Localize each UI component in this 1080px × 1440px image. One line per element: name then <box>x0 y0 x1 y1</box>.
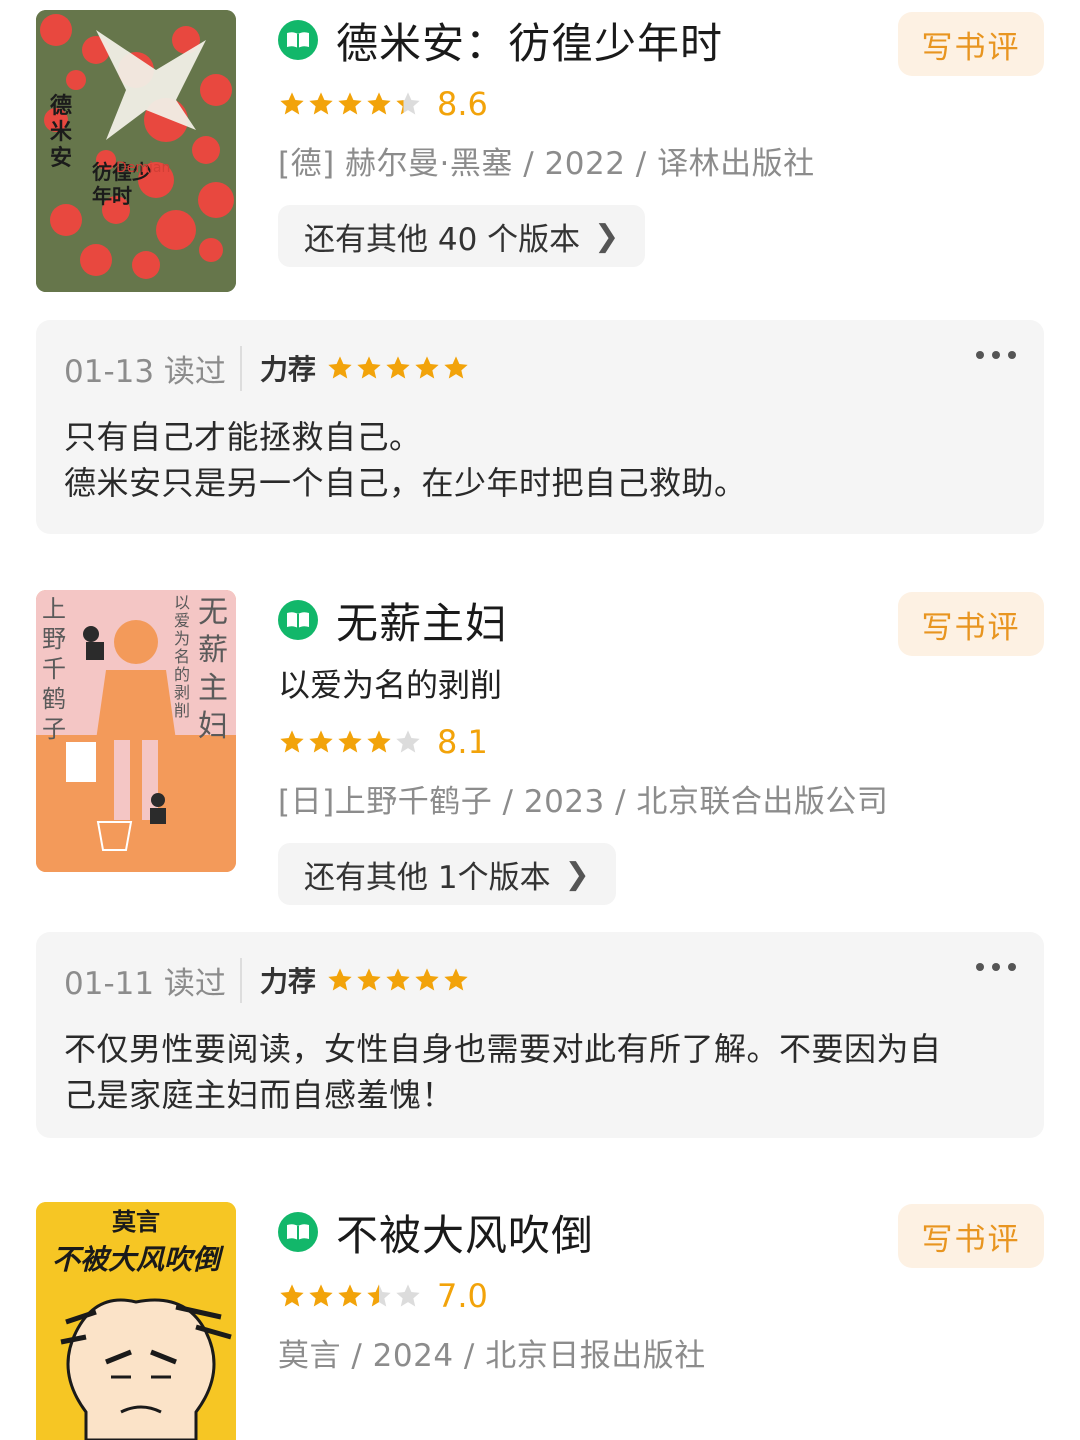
star-icon <box>328 968 352 991</box>
review-line: 不仅男性要阅读，女性自身也需要对此有所了解。不要因为自 <box>64 1030 942 1068</box>
star-icon <box>338 1284 362 1307</box>
book-meta: 莫言 / 2024 / 北京日报出版社 <box>278 1338 706 1374</box>
star-icon <box>280 730 304 753</box>
review-date: 01-13 读过 <box>64 345 242 391</box>
star-icon <box>386 968 410 991</box>
review-text: 只有自己才能拯救自己。 德米安只是另一个自己，在少年时把自己救助。 <box>64 414 1016 506</box>
review-stars <box>326 966 471 994</box>
cover-title: 不被大风吹倒 <box>51 1243 220 1276</box>
book-meta: [日]上野千鹤子 / 2023 / 北京联合出版公司 <box>278 784 889 820</box>
book-meta: [德] 赫尔曼·黑塞 / 2022 / 译林出版社 <box>278 146 815 182</box>
cover-title-en: Demian <box>116 160 171 176</box>
star-icon <box>338 730 362 753</box>
other-editions-label: 还有其他 40 个版本 <box>304 221 581 258</box>
star-icon <box>338 92 362 115</box>
book-cover-not-blown-down[interactable]: 莫言 不被大风吹倒 <box>36 1202 236 1440</box>
more-options-icon[interactable] <box>976 350 1016 360</box>
chevron-right-icon: ❯ <box>594 218 620 254</box>
book-cover-unpaid-housewife[interactable]: 上野千鹤子 无薪主妇 以爱为名的剥削 <box>36 590 236 872</box>
cover-subtitle-vertical: 以爱为名的剥削 <box>174 593 191 720</box>
review-stars <box>326 354 471 382</box>
book-title[interactable]: 不被大风吹倒 <box>336 1202 594 1263</box>
star-icon <box>444 968 468 991</box>
book-title[interactable]: 德米安：彷徨少年时 <box>336 10 723 71</box>
other-editions-label: 还有其他 1个版本 <box>304 859 551 896</box>
book-card-unpaid-housewife: 上野千鹤子 无薪主妇 以爱为名的剥削 写书评 无薪主妇 以爱为名的剥削 8.1 … <box>0 590 1080 1150</box>
star-icon <box>357 356 381 379</box>
review-line: 己是家庭主妇而自感羞愧！ <box>64 1076 455 1114</box>
rating-score: 8.6 <box>437 85 488 123</box>
cover-author-vertical: 上野千鹤子 <box>42 595 66 743</box>
star-icon <box>328 356 352 379</box>
star-icon <box>357 968 381 991</box>
star-icon <box>415 356 439 379</box>
review-line: 德米安只是另一个自己，在少年时把自己救助。 <box>64 464 747 502</box>
book-info: 不被大风吹倒 7.0 莫言 / 2024 / 北京日报出版社 <box>278 1202 1044 1375</box>
star-icon <box>309 1284 333 1307</box>
book-card-demian: 德米安 彷徨少年时 Demian 写书评 德米安：彷徨少年时 8.6 [德] 赫… <box>0 10 1080 534</box>
chevron-right-icon: ❯ <box>564 856 590 892</box>
review-recommend-label: 力荐 <box>259 965 316 998</box>
cover-title-vertical: 无薪主妇 <box>198 595 228 744</box>
star-icon <box>367 92 391 115</box>
other-editions-button[interactable]: 还有其他 40 个版本 ❯ <box>278 205 646 267</box>
my-review-card[interactable]: 01-11 读过 力荐 不仅男性要阅读，女性自身也需要对此有所了解。不要因为自 … <box>36 932 1044 1138</box>
rating-stars <box>278 728 423 756</box>
book-info: 德米安：彷徨少年时 8.6 [德] 赫尔曼·黑塞 / 2022 / 译林出版社 … <box>278 10 1044 267</box>
star-icon <box>309 730 333 753</box>
rating-stars <box>278 1282 423 1310</box>
open-book-icon <box>278 600 318 640</box>
star-icon <box>309 92 333 115</box>
star-icon <box>280 92 304 115</box>
review-recommend-label: 力荐 <box>259 353 316 386</box>
review-text: 不仅男性要阅读，女性自身也需要对此有所了解。不要因为自 己是家庭主妇而自感羞愧！ <box>64 1026 1016 1118</box>
more-options-icon[interactable] <box>976 962 1016 972</box>
cover-title-vertical-1: 德米安 <box>50 94 73 171</box>
book-card-not-blown-down: 莫言 不被大风吹倒 写书评 不被大风吹倒 7.0 莫言 / 2024 / 北京日… <box>0 1202 1080 1440</box>
other-editions-button[interactable]: 还有其他 1个版本 ❯ <box>278 843 616 905</box>
star-icon <box>415 968 439 991</box>
star-icon <box>367 730 391 753</box>
star-icon <box>444 356 468 379</box>
rating-score: 7.0 <box>437 1277 488 1315</box>
book-info: 无薪主妇 以爱为名的剥削 8.1 [日]上野千鹤子 / 2023 / 北京联合出… <box>278 590 1044 905</box>
star-icon <box>386 356 410 379</box>
book-title[interactable]: 无薪主妇 <box>336 590 508 651</box>
star-icon <box>396 92 420 115</box>
star-icon <box>396 1284 420 1307</box>
book-subtitle: 以爱为名的剥削 <box>278 666 503 704</box>
star-icon <box>367 1284 391 1307</box>
review-line: 只有自己才能拯救自己。 <box>64 418 422 456</box>
rating-stars <box>278 90 423 118</box>
book-cover-demian[interactable]: 德米安 彷徨少年时 Demian <box>36 10 236 292</box>
open-book-icon <box>278 1212 318 1252</box>
review-date: 01-11 读过 <box>64 957 242 1003</box>
cover-author: 莫言 <box>112 1207 160 1236</box>
open-book-icon <box>278 20 318 60</box>
rating-score: 8.1 <box>437 723 488 761</box>
star-icon <box>396 730 420 753</box>
my-review-card[interactable]: 01-13 读过 力荐 只有自己才能拯救自己。 德米安只是另一个自己，在少年时把… <box>36 320 1044 534</box>
star-icon <box>280 1284 304 1307</box>
